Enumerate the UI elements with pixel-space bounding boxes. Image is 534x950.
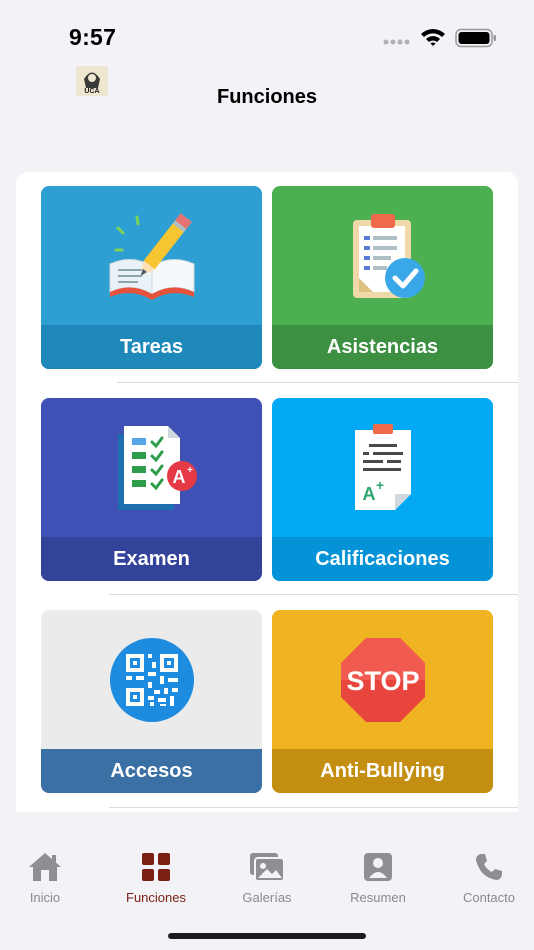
tile-label: Anti-Bullying bbox=[272, 749, 493, 793]
book-pencil-icon bbox=[109, 212, 194, 300]
tab-galerias[interactable]: Galerías bbox=[222, 850, 312, 905]
stop-sign-icon: STOP bbox=[340, 637, 425, 722]
report-card-icon: A + bbox=[354, 423, 411, 510]
tile-accesos[interactable]: Accesos bbox=[41, 610, 262, 793]
tab-label: Funciones bbox=[126, 890, 186, 905]
battery-icon bbox=[455, 28, 496, 48]
clipboard-check-icon bbox=[352, 213, 425, 298]
phone-icon bbox=[476, 854, 502, 880]
home-icon bbox=[29, 853, 61, 881]
profile-icon bbox=[364, 853, 392, 881]
qr-code-icon bbox=[109, 637, 194, 722]
page-title: Funciones bbox=[216, 86, 317, 108]
tab-label: Galerías bbox=[242, 890, 292, 905]
tab-contacto[interactable]: Contacto bbox=[444, 850, 534, 905]
tab-resumen[interactable]: Resumen bbox=[333, 850, 423, 905]
svg-text:A: A bbox=[172, 467, 185, 487]
tile-anti-bullying[interactable]: STOP Anti-Bullying bbox=[272, 610, 493, 793]
tile-tareas[interactable]: Tareas bbox=[41, 186, 262, 369]
wifi-icon bbox=[421, 29, 445, 46]
tab-funciones[interactable]: Funciones bbox=[111, 850, 201, 905]
status-time: 9:57 bbox=[69, 24, 117, 50]
tile-examen[interactable]: A + Examen bbox=[41, 398, 262, 581]
tile-label: Tareas bbox=[41, 325, 262, 369]
tile-label: Asistencias bbox=[272, 325, 493, 369]
stop-sign-text: STOP bbox=[346, 666, 419, 696]
row-divider bbox=[117, 382, 518, 383]
svg-text:A: A bbox=[362, 484, 375, 504]
tile-label: Examen bbox=[41, 537, 262, 581]
tab-inicio[interactable]: Inicio bbox=[0, 850, 90, 905]
svg-text:+: + bbox=[375, 477, 383, 493]
tile-label: Accesos bbox=[41, 749, 262, 793]
tab-label: Inicio bbox=[29, 890, 61, 905]
tile-asistencias[interactable]: Asistencias bbox=[272, 186, 493, 369]
row-divider bbox=[109, 807, 518, 808]
tab-bar: Inicio Funciones Galerías Resumen Contac… bbox=[0, 812, 534, 950]
svg-text:+: + bbox=[187, 465, 193, 476]
exam-grade-icon: A + bbox=[117, 425, 197, 510]
tab-label: Contacto bbox=[462, 890, 516, 905]
status-bar: 9:57 bbox=[0, 0, 534, 60]
tile-calificaciones[interactable]: A + Calificaciones bbox=[272, 398, 493, 581]
row-divider bbox=[109, 594, 518, 595]
gallery-icon bbox=[250, 853, 285, 882]
tile-label: Calificaciones bbox=[272, 537, 493, 581]
grid-icon bbox=[142, 853, 170, 881]
cellular-signal-icon bbox=[383, 39, 410, 45]
tab-label: Resumen bbox=[350, 890, 406, 905]
home-indicator[interactable] bbox=[168, 933, 366, 939]
